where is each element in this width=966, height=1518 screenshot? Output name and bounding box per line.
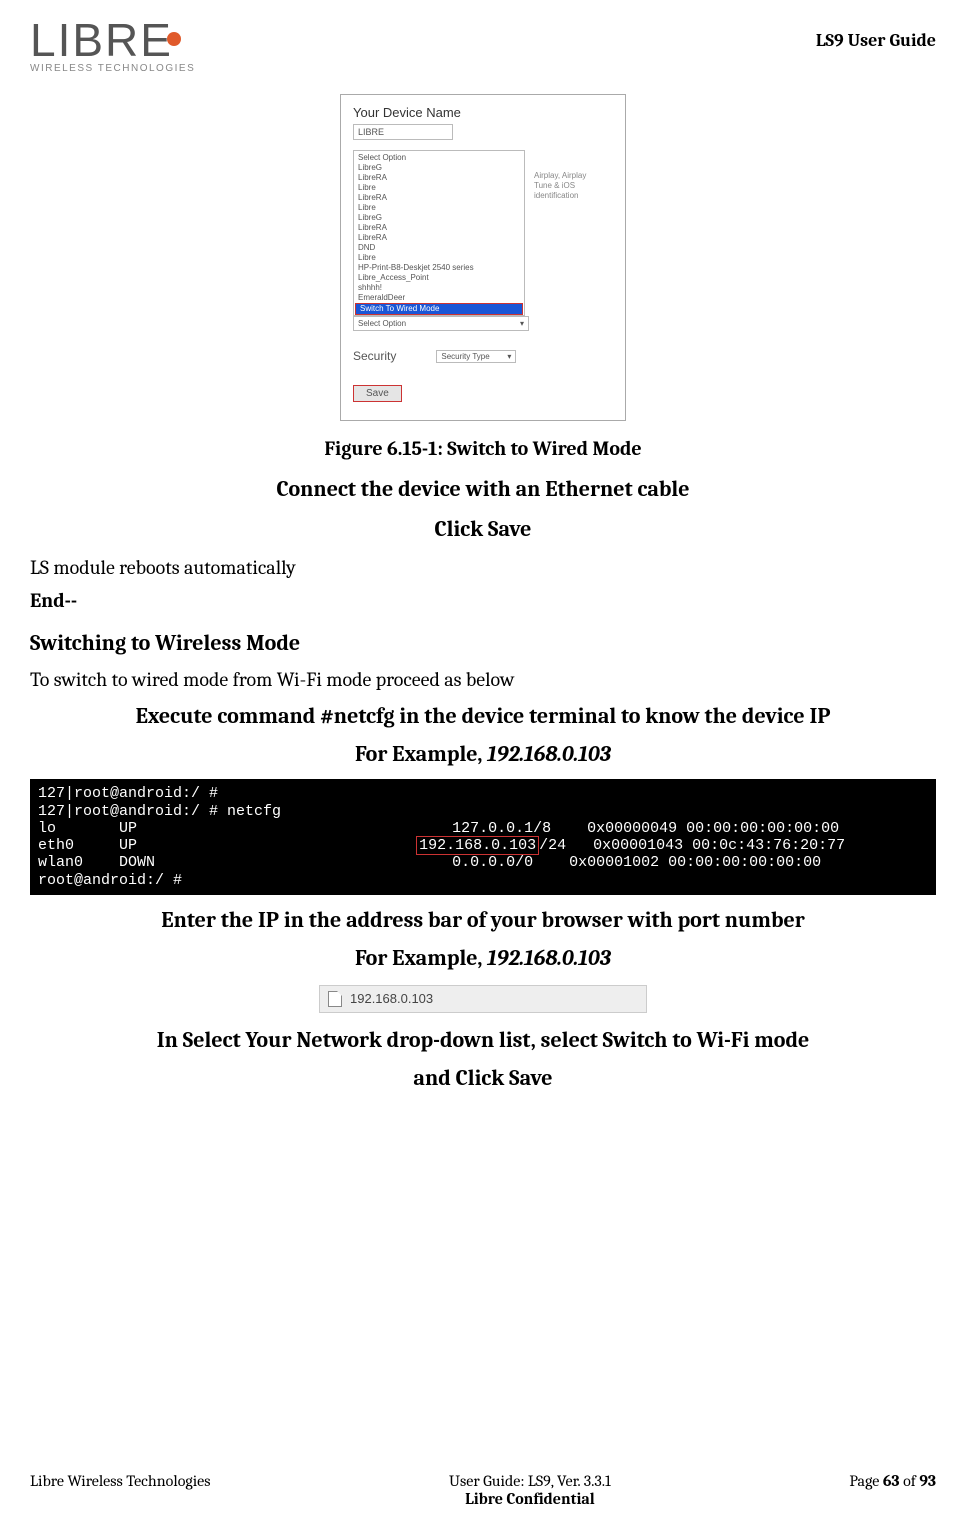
instruction-click-save: Click Save	[30, 516, 936, 542]
list-item[interactable]: EmeraldDeer	[354, 293, 524, 303]
side-hint: Airplay, Airplay Tune & iOS identificati…	[534, 171, 594, 201]
network-listbox[interactable]: Select Option LibreG LibreRA Libre Libre…	[353, 150, 525, 316]
list-item[interactable]: LibreRA	[354, 173, 524, 183]
figure-caption: Figure 6.15-1: Switch to Wired Mode	[30, 437, 936, 460]
list-item[interactable]: DND	[354, 243, 524, 253]
list-item[interactable]: Libre_Access_Point	[354, 273, 524, 283]
footer-left: Libre Wireless Technologies	[30, 1472, 210, 1508]
example-ip-line-2: For Example, 192.168.0.103	[30, 945, 936, 971]
device-name-input[interactable]: LIBRE	[353, 124, 453, 140]
list-item[interactable]: LibreG	[354, 213, 524, 223]
footer-page: Page 63 of 93	[849, 1472, 936, 1508]
browser-address-bar[interactable]: 192.168.0.103	[319, 985, 647, 1013]
example-ip-line: For Example, 192.168.0.103	[30, 741, 936, 767]
list-item[interactable]: shhhh!	[354, 283, 524, 293]
guide-title: LS9 User Guide	[816, 30, 936, 51]
url-text: 192.168.0.103	[350, 991, 433, 1006]
footer-center: User Guide: LS9, Ver. 3.3.1 Libre Confid…	[449, 1472, 611, 1508]
switch-body: To switch to wired mode from Wi-Fi mode …	[30, 668, 936, 691]
end-marker: End--	[30, 589, 936, 612]
list-item[interactable]: Select Option	[354, 153, 524, 163]
logo: LIBRE WIRELESS TECHNOLOGIES	[30, 20, 195, 74]
list-item[interactable]: HP-Print-B8-Deskjet 2540 series	[354, 263, 524, 273]
list-item[interactable]: LibreRA	[354, 233, 524, 243]
exec-command: Execute command #netcfg in the device te…	[30, 703, 936, 729]
list-item[interactable]: Libre	[354, 253, 524, 263]
section-heading: Switching to Wireless Mode	[30, 630, 936, 656]
reboot-text: LS module reboots automatically	[30, 556, 936, 579]
page-footer: Libre Wireless Technologies User Guide: …	[30, 1472, 936, 1508]
save-button[interactable]: Save	[353, 385, 402, 402]
logo-dot-icon	[167, 32, 181, 46]
select-network-instruction: In Select Your Network drop-down list, s…	[30, 1027, 936, 1053]
security-type-dropdown[interactable]: Security Type▾	[436, 350, 516, 363]
instruction-connect: Connect the device with an Ethernet cabl…	[30, 476, 936, 502]
select-option-dropdown[interactable]: Select Option▾	[353, 316, 529, 331]
page-icon	[328, 991, 342, 1007]
list-item[interactable]: LibreRA	[354, 223, 524, 233]
list-item[interactable]: LibreG	[354, 163, 524, 173]
enter-ip-instruction: Enter the IP in the address bar of your …	[30, 907, 936, 933]
logo-text: LIBRE	[30, 20, 173, 61]
page-header: LIBRE WIRELESS TECHNOLOGIES LS9 User Gui…	[30, 20, 936, 74]
chevron-down-icon: ▾	[507, 352, 511, 361]
list-item-selected[interactable]: Switch To Wired Mode	[355, 303, 523, 315]
figure-device-config: Your Device Name LIBRE Select Option Lib…	[340, 94, 626, 421]
and-click-save: and Click Save	[30, 1065, 936, 1091]
security-label: Security	[353, 349, 396, 363]
highlighted-ip: 192.168.0.103	[416, 836, 539, 855]
logo-subtitle: WIRELESS TECHNOLOGIES	[30, 63, 195, 74]
list-item[interactable]: Libre	[354, 203, 524, 213]
list-item[interactable]: LibreRA	[354, 193, 524, 203]
list-item[interactable]: Libre	[354, 183, 524, 193]
terminal-output: 127|root@android:/ # 127|root@android:/ …	[30, 779, 936, 895]
chevron-down-icon: ▾	[520, 319, 524, 328]
device-name-label: Your Device Name	[353, 105, 613, 120]
